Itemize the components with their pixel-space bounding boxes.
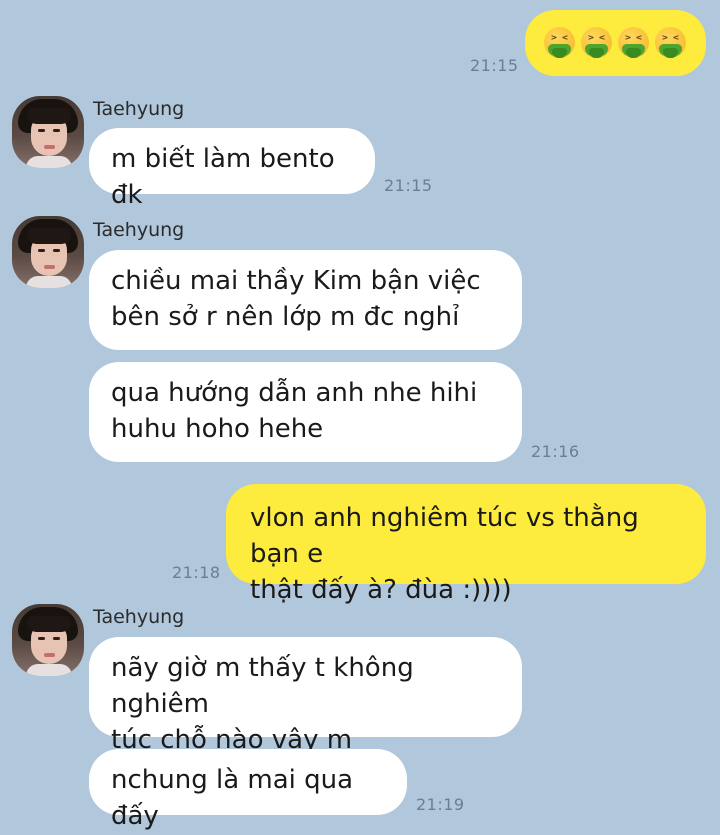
sender-name: Taehyung <box>93 219 185 241</box>
nauseated-face-icon: > < <box>655 27 686 58</box>
emoji-group: > < > < > < > < <box>544 27 686 58</box>
sender-avatar[interactable] <box>12 96 84 168</box>
message-timestamp: 21:18 <box>172 563 221 582</box>
sender-avatar[interactable] <box>12 604 84 676</box>
outgoing-message-bubble[interactable]: > < > < > < > < <box>525 10 706 76</box>
outgoing-message-bubble[interactable]: vlon anh nghiêm túc vs thằng bạn e thật … <box>226 484 706 605</box>
message-timestamp: 21:15 <box>384 176 433 195</box>
incoming-message-bubble[interactable]: qua hướng dẫn anh nhe hihi huhu hoho heh… <box>89 362 522 462</box>
message-timestamp: 21:16 <box>531 442 580 461</box>
incoming-message-bubble[interactable]: m biết làm bento đk <box>89 128 375 210</box>
sender-avatar[interactable] <box>12 216 84 288</box>
sender-name: Taehyung <box>93 606 185 628</box>
incoming-message-bubble[interactable]: nãy giờ m thấy t không nghiêm túc chỗ nà… <box>89 637 522 755</box>
message-timestamp: 21:15 <box>470 56 519 75</box>
nauseated-face-icon: > < <box>618 27 649 58</box>
sender-name: Taehyung <box>93 98 185 120</box>
nauseated-face-icon: > < <box>544 27 575 58</box>
nauseated-face-icon: > < <box>581 27 612 58</box>
incoming-message-bubble[interactable]: chiều mai thầy Kim bận việc bên sở r nên… <box>89 250 522 350</box>
incoming-message-bubble[interactable]: nchung là mai qua đấy <box>89 749 407 831</box>
message-timestamp: 21:19 <box>416 795 465 814</box>
